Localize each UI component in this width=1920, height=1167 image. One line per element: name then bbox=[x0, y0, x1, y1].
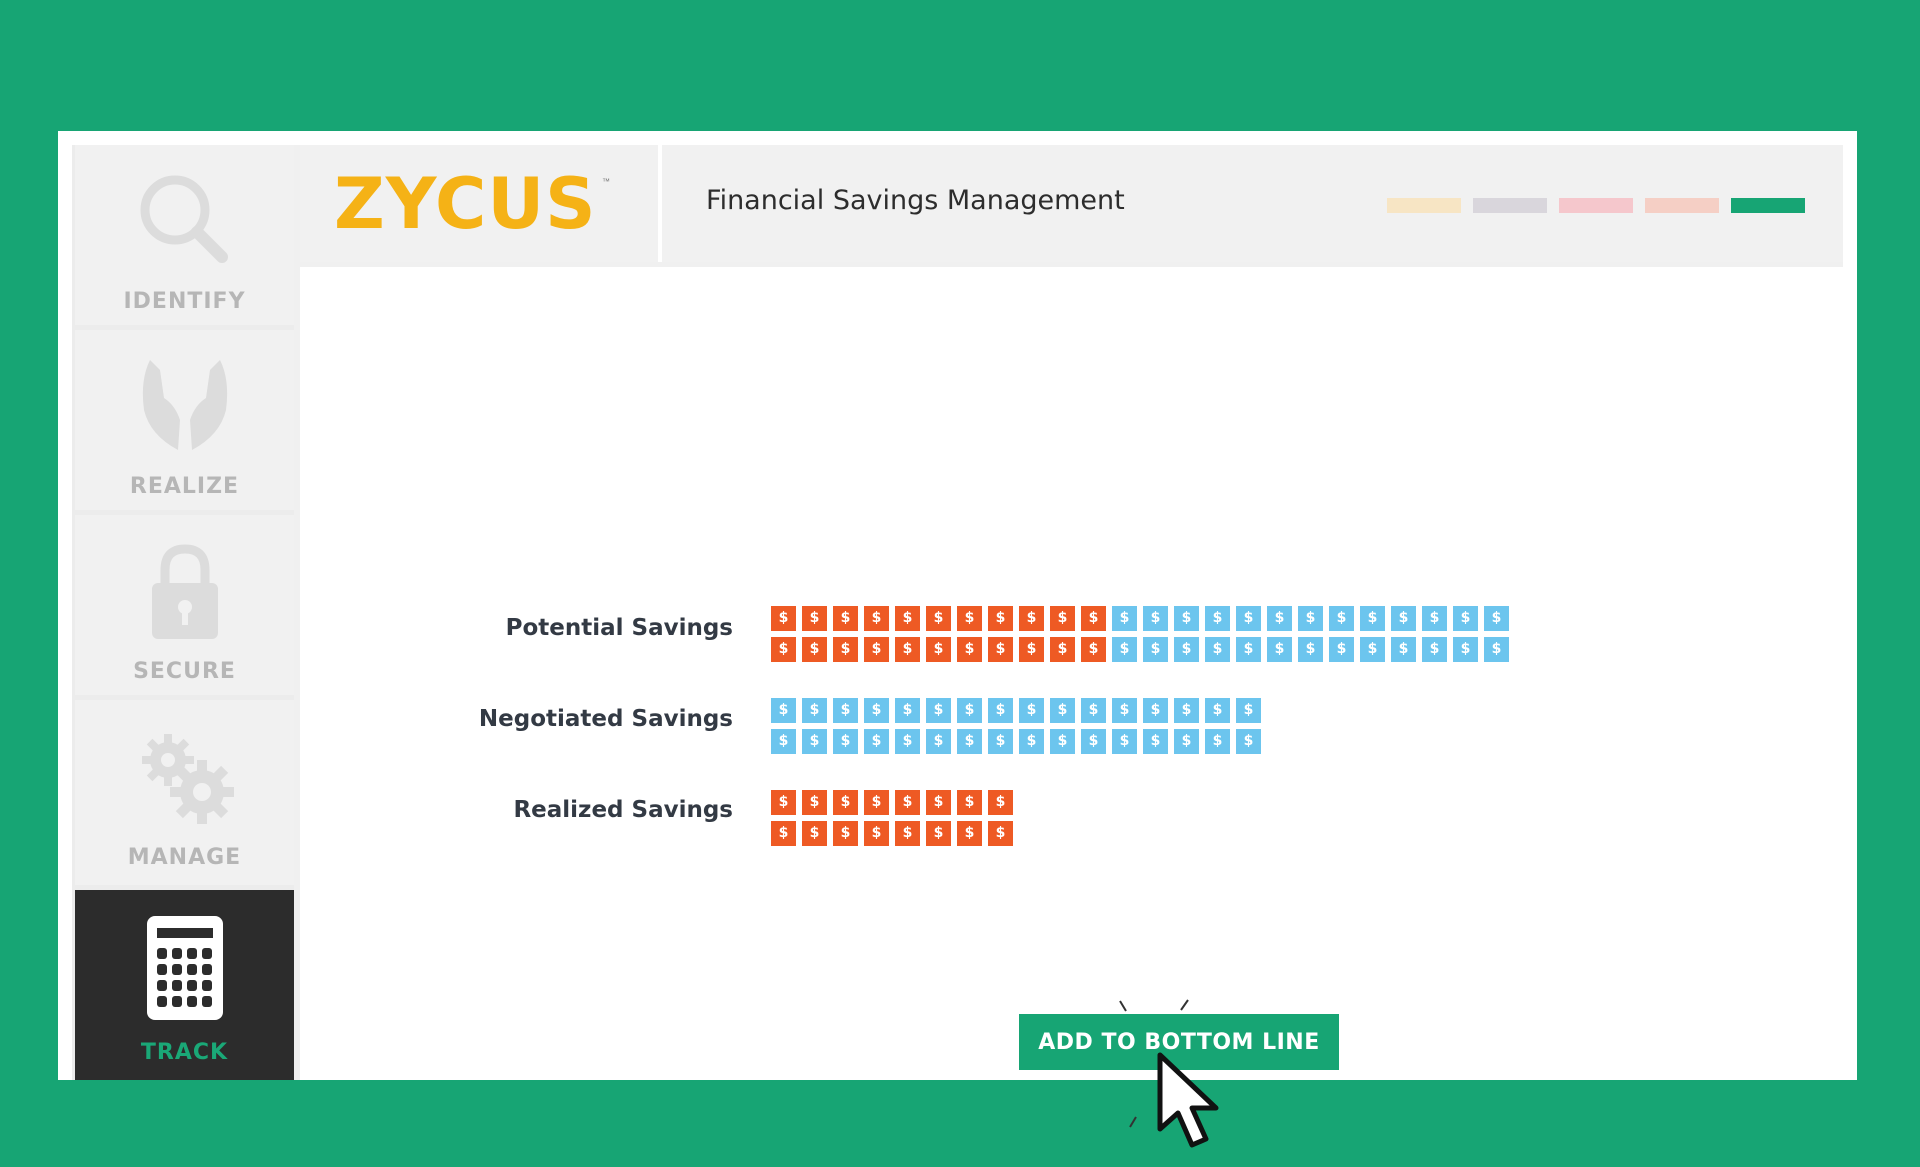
progress-step bbox=[1645, 198, 1719, 213]
page-title: Financial Savings Management bbox=[706, 185, 1125, 216]
sidebar-item-identify[interactable]: IDENTIFY bbox=[75, 145, 294, 325]
sidebar-item-label: SECURE bbox=[133, 659, 236, 684]
lock-icon bbox=[151, 544, 218, 639]
sidebar-item-realize[interactable]: REALIZE bbox=[75, 330, 294, 510]
app-body: IDENTIFY REALIZE SECURE MANAGE TRACK ZYC… bbox=[72, 145, 1843, 1148]
main-content: Potential Savings $ $ $ $ $ $ $ $ $ $ $ $ $ $ $ $ $ $ $ $ $ $… bbox=[300, 267, 1843, 1148]
progress-step bbox=[1387, 198, 1461, 213]
sidebar-item-label: TRACK bbox=[140, 1040, 229, 1065]
progress-step bbox=[1473, 198, 1547, 213]
hands-icon bbox=[142, 360, 227, 450]
logo: ZYCUS bbox=[334, 163, 597, 245]
sidebar-item-manage[interactable]: MANAGE bbox=[75, 700, 294, 885]
sidebar-item-secure[interactable]: SECURE bbox=[75, 515, 294, 695]
sidebar-item-label: REALIZE bbox=[129, 474, 240, 499]
sidebar-item-label: IDENTIFY bbox=[123, 289, 246, 314]
progress-step bbox=[1731, 198, 1805, 213]
magnifier-icon bbox=[140, 175, 228, 263]
gears-icon bbox=[141, 734, 234, 824]
sidebar: IDENTIFY REALIZE SECURE MANAGE TRACK bbox=[72, 145, 294, 1080]
progress-steps bbox=[1375, 198, 1805, 216]
calculator-icon bbox=[146, 916, 223, 1020]
sidebar-item-label: MANAGE bbox=[127, 845, 242, 870]
progress-step bbox=[1559, 198, 1633, 213]
mouse-pointer-icon bbox=[1157, 1052, 1219, 1148]
logo-trademark: ™ bbox=[602, 177, 610, 186]
app-window: IDENTIFY REALIZE SECURE MANAGE TRACK ZYC… bbox=[58, 131, 1857, 1148]
click-sparks bbox=[1119, 999, 1189, 1128]
sidebar-item-track[interactable]: TRACK bbox=[75, 890, 294, 1080]
header: ZYCUS ™ Financial Savings Management bbox=[300, 145, 1843, 262]
logo-area: ZYCUS ™ bbox=[300, 145, 662, 262]
